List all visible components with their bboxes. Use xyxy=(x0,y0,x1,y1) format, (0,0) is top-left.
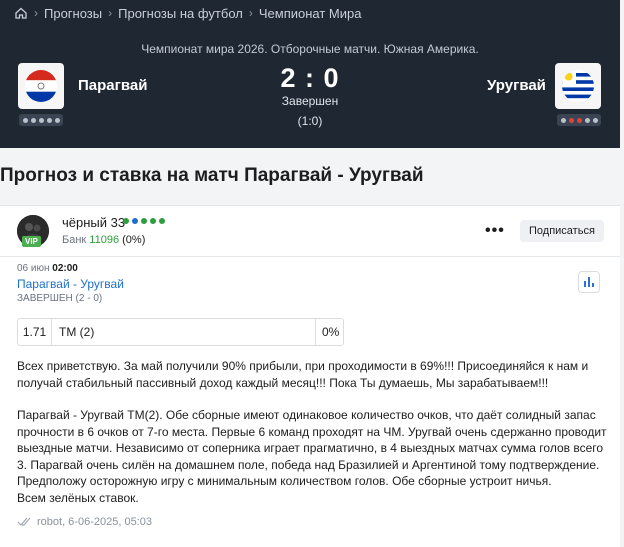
breadcrumb: › Прогнозы › Прогнозы на футбол › Чемпио… xyxy=(14,4,361,22)
away-team-form xyxy=(557,114,601,126)
prediction-card: VIP чёрный 33 Банк 11096 (0%) ••• Подпис… xyxy=(0,205,620,547)
uruguay-flag-icon xyxy=(562,70,594,102)
subscribe-button[interactable]: Подписаться xyxy=(520,220,604,242)
text-paragraph: Парагвай - Уругвай ТМ(2). Обе сборные им… xyxy=(17,408,607,488)
bank-percent: (0%) xyxy=(122,234,146,246)
breadcrumb-item[interactable]: Прогнозы xyxy=(44,6,102,21)
author-bar: VIP чёрный 33 Банк 11096 (0%) ••• Подпис… xyxy=(0,206,620,257)
breadcrumb-item[interactable]: Чемпионат Мира xyxy=(259,6,362,21)
prediction-text: Всех приветствую. За май получили 90% пр… xyxy=(17,358,607,506)
bet-odds: 1.71 xyxy=(18,319,52,345)
half-time-score: (1:0) xyxy=(297,114,323,128)
bank-value: 11096 xyxy=(89,234,120,246)
text-paragraph: Всем зелёных ставок. xyxy=(17,490,139,505)
match-date: 06 июн 02:00 xyxy=(17,263,78,274)
chevron-right-icon: › xyxy=(34,6,38,20)
away-team-flag[interactable] xyxy=(555,63,601,109)
chevron-right-icon: › xyxy=(108,6,113,20)
breadcrumb-item[interactable]: Прогнозы на футбол xyxy=(118,6,243,21)
away-team-name[interactable]: Уругвай xyxy=(487,77,546,94)
author-rating-dots xyxy=(123,218,165,224)
date-day: 06 июн xyxy=(17,263,50,274)
author-name[interactable]: чёрный 33 xyxy=(62,215,125,230)
chevron-right-icon: › xyxy=(248,6,253,20)
match-link[interactable]: Парагвай - Уругвай xyxy=(17,277,124,291)
match-result: ЗАВЕРШЕН (2 - 0) xyxy=(17,293,103,304)
bet-row: 1.71 ТМ (2) 0% xyxy=(17,318,344,346)
date-time: 02:00 xyxy=(52,263,78,274)
post-meta: robot, 6-06-2025, 05:03 xyxy=(37,516,152,528)
stats-chart-icon[interactable] xyxy=(578,271,600,293)
home-icon[interactable] xyxy=(14,6,28,20)
double-check-icon xyxy=(17,517,31,526)
bet-type: ТМ (2) xyxy=(52,319,316,345)
match-header: › Прогнозы › Прогнозы на футбол › Чемпио… xyxy=(0,0,620,148)
page-title: Прогноз и ставка на матч Парагвай - Уруг… xyxy=(0,165,424,186)
bank-label: Банк xyxy=(62,234,87,246)
author-bank: Банк 11096 (0%) xyxy=(62,234,145,246)
text-paragraph: Всех приветствую. За май получили 90% пр… xyxy=(17,359,589,390)
match-status: Завершен xyxy=(281,94,339,108)
post-footer: robot, 6-06-2025, 05:03 xyxy=(17,516,152,528)
tournament-name: Чемпионат мира 2026. Отборочные матчи. Ю… xyxy=(141,42,479,56)
vip-badge: VIP xyxy=(22,236,41,247)
more-options-icon[interactable]: ••• xyxy=(485,222,505,240)
bet-percent: 0% xyxy=(322,325,340,339)
